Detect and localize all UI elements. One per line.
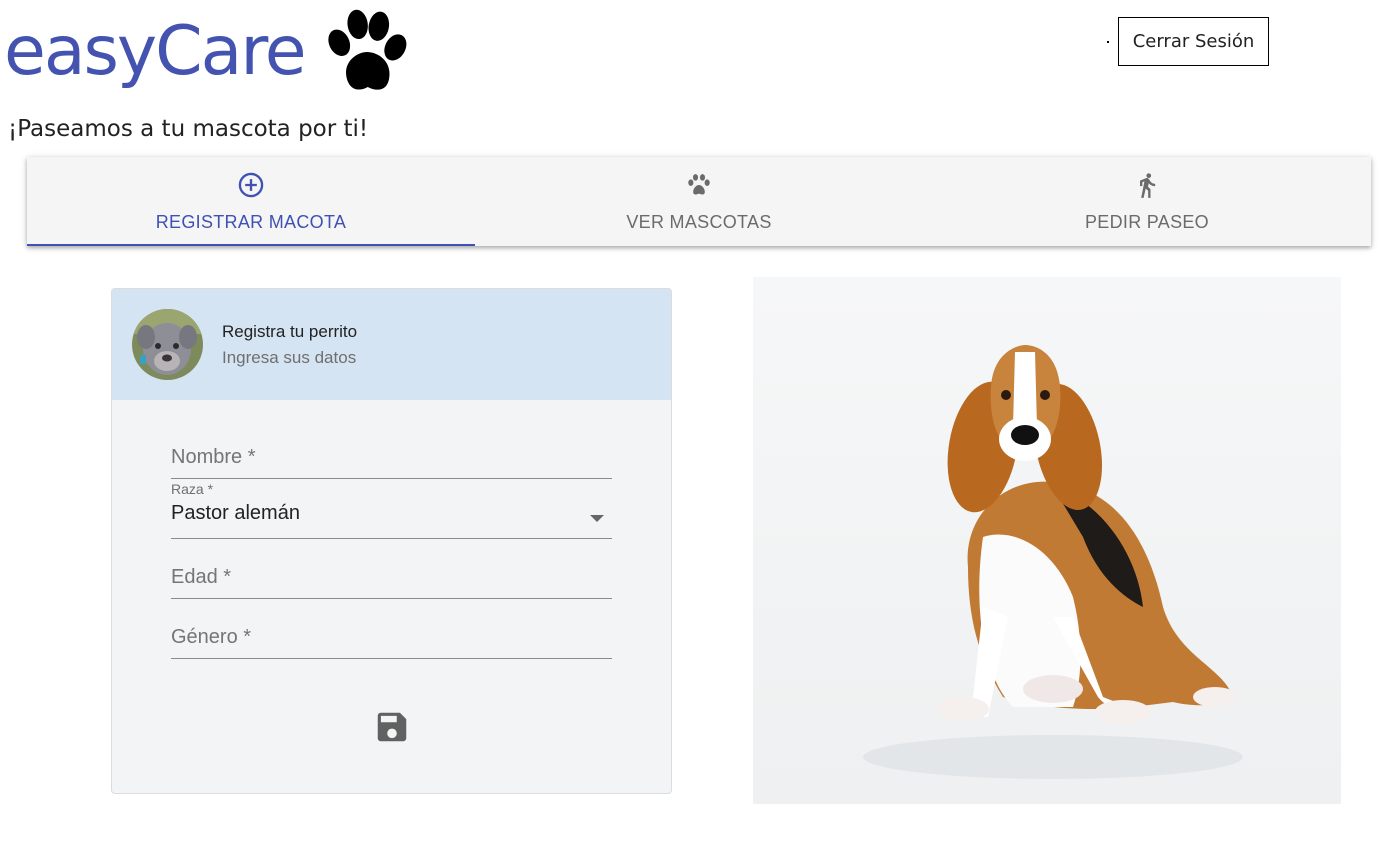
tab-label: PEDIR PASEO bbox=[1084, 212, 1209, 232]
name-field[interactable]: Nombre * bbox=[171, 446, 612, 479]
age-field[interactable]: Edad * bbox=[171, 566, 612, 599]
app-logo: easyCare bbox=[4, 4, 411, 100]
separator-dot bbox=[1107, 41, 1109, 43]
register-pet-card: Registra tu perrito Ingresa sus datos No… bbox=[111, 288, 672, 794]
tab-pedir-paseo[interactable]: PEDIR PASEO bbox=[923, 157, 1371, 246]
add-circle-icon bbox=[236, 170, 266, 200]
save-button[interactable] bbox=[371, 706, 413, 748]
tab-label: VER MASCOTAS bbox=[626, 212, 772, 232]
breed-value: Pastor alemán bbox=[171, 502, 300, 524]
tab-bar: REGISTRAR MACOTA VER MASCOTAS PEDIR PASE… bbox=[27, 157, 1371, 246]
save-icon bbox=[377, 712, 407, 742]
card-title: Registra tu perrito bbox=[222, 321, 358, 341]
tab-label: REGISTRAR MACOTA bbox=[155, 212, 347, 232]
card-header: Registra tu perrito Ingresa sus datos bbox=[112, 289, 671, 400]
gender-field[interactable]: Género * bbox=[171, 626, 612, 659]
breed-select[interactable]: Raza * Pastor alemán bbox=[171, 481, 612, 539]
paw-icon bbox=[684, 170, 714, 200]
logo-text: easyCare bbox=[4, 12, 307, 91]
gender-placeholder: Género * bbox=[171, 626, 252, 648]
logout-button[interactable]: Cerrar Sesión bbox=[1118, 17, 1269, 66]
card-subtitle: Ingresa sus datos bbox=[222, 347, 357, 367]
tagline: ¡Paseamos a tu mascota por ti! bbox=[8, 116, 369, 142]
breed-label: Raza * bbox=[171, 481, 214, 497]
dog-avatar bbox=[132, 309, 203, 380]
tab-registrar-mascota[interactable]: REGISTRAR MACOTA bbox=[27, 157, 475, 246]
walk-icon bbox=[1132, 170, 1162, 200]
chevron-down-icon bbox=[590, 515, 604, 522]
tab-ver-mascotas[interactable]: VER MASCOTAS bbox=[475, 157, 923, 246]
age-placeholder: Edad * bbox=[171, 566, 232, 588]
paw-logo-icon bbox=[327, 9, 407, 90]
beagle-photo bbox=[753, 277, 1341, 804]
name-placeholder: Nombre * bbox=[171, 446, 256, 468]
